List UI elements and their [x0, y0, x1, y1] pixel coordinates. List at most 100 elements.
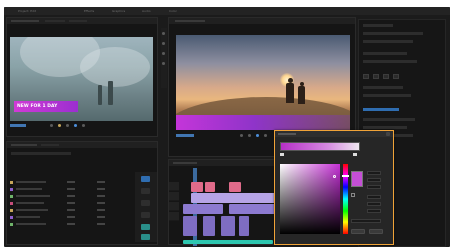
step-back-icon[interactable]: [66, 124, 69, 127]
menu-bar: Project: Edit Effects Graphics Audio Col…: [4, 7, 450, 15]
project-panel-tabs: [7, 142, 157, 148]
eyedropper-icon[interactable]: [351, 193, 355, 197]
item-meta: [97, 181, 105, 183]
item-name: [16, 195, 50, 197]
hand-tool-icon[interactable]: [141, 234, 150, 240]
type-tool-icon[interactable]: [141, 224, 150, 230]
selection-tool-icon[interactable]: [162, 32, 165, 35]
item-name: [16, 188, 42, 190]
pen-tool-icon[interactable]: [162, 52, 165, 55]
justify-icon[interactable]: [393, 74, 399, 79]
label-swatch: [10, 181, 13, 184]
search-input[interactable]: [11, 152, 71, 155]
program-monitor-tabs: [169, 18, 355, 24]
saturation-field[interactable]: [280, 164, 340, 234]
panel-row-selected[interactable]: [363, 108, 399, 111]
hex-field[interactable]: [351, 219, 381, 223]
play-icon[interactable]: [256, 134, 259, 137]
color-value-field[interactable]: [367, 171, 381, 175]
color-cursor[interactable]: [333, 175, 336, 178]
align-center-icon[interactable]: [373, 74, 379, 79]
marker-icon[interactable]: [58, 124, 61, 127]
label-swatch: [10, 216, 13, 219]
color-value-field[interactable]: [367, 195, 381, 199]
gradient-stop-icon[interactable]: [353, 153, 357, 156]
color-picker-dialog: [274, 130, 394, 245]
timeline-panel: [168, 159, 279, 246]
tab-program[interactable]: [175, 20, 205, 22]
hue-slider-handle[interactable]: [342, 175, 349, 177]
menu-item-audio[interactable]: Audio: [142, 9, 151, 13]
color-value-field[interactable]: [367, 178, 381, 182]
track-header[interactable]: [169, 182, 179, 191]
title-overlay-bar[interactable]: [176, 115, 350, 130]
audio-clip[interactable]: [229, 204, 275, 214]
tab-sequence[interactable]: [173, 162, 197, 164]
video-clip[interactable]: [191, 182, 203, 192]
menu-item-effects[interactable]: Effects: [84, 9, 94, 13]
item-name: [16, 216, 40, 218]
audio-clip[interactable]: [239, 216, 249, 236]
label-swatch: [10, 223, 13, 226]
item-meta: [97, 216, 105, 218]
audio-clip[interactable]: [183, 216, 197, 236]
step-back-icon[interactable]: [248, 134, 251, 137]
close-icon[interactable]: [386, 132, 390, 136]
menu-item-color[interactable]: Color: [169, 9, 177, 13]
ok-button[interactable]: [351, 229, 365, 234]
video-clip[interactable]: [205, 182, 215, 192]
audio-clip[interactable]: [203, 216, 215, 236]
panel-heading: [363, 24, 393, 27]
gradient-bar[interactable]: [280, 142, 360, 151]
label-swatch: [10, 188, 13, 191]
color-value-field[interactable]: [367, 209, 381, 213]
track-select-icon[interactable]: [141, 188, 150, 194]
video-editor-app: Project: Edit Effects Graphics Audio Col…: [4, 7, 450, 247]
cancel-button[interactable]: [369, 229, 383, 234]
panel-row: [363, 118, 415, 121]
dialog-title: [278, 133, 296, 135]
item-meta: [67, 181, 75, 183]
program-timecode[interactable]: [176, 134, 194, 137]
color-value-field[interactable]: [367, 202, 381, 206]
gradient-stop-icon[interactable]: [280, 153, 284, 156]
video-clip[interactable]: [229, 182, 241, 192]
source-timecode[interactable]: [10, 124, 26, 127]
color-value-field[interactable]: [367, 185, 381, 189]
mist-shape: [80, 47, 150, 87]
tab-effect-controls[interactable]: [45, 20, 65, 22]
source-monitor-video[interactable]: NEW FOR 1 DAY: [10, 37, 153, 121]
track-header[interactable]: [169, 192, 179, 201]
mark-in-icon[interactable]: [240, 134, 243, 137]
panel-row: [363, 52, 407, 55]
source-controls: [10, 123, 155, 129]
step-forward-icon[interactable]: [264, 134, 267, 137]
video-clip[interactable]: [191, 193, 279, 203]
hand-tool-icon[interactable]: [162, 62, 165, 65]
tab-audio-mixer[interactable]: [69, 20, 87, 22]
align-left-icon[interactable]: [363, 74, 369, 79]
track-header[interactable]: [169, 202, 179, 211]
dialog-titlebar: [275, 131, 393, 137]
title-card[interactable]: NEW FOR 1 DAY: [14, 101, 78, 112]
program-monitor-video[interactable]: [176, 35, 350, 130]
track-header[interactable]: [169, 212, 179, 221]
ripple-edit-icon[interactable]: [141, 200, 150, 206]
menu-item-graphics[interactable]: Graphics: [112, 9, 125, 13]
align-right-icon[interactable]: [383, 74, 389, 79]
audio-clip[interactable]: [183, 204, 223, 214]
audio-clip[interactable]: [221, 216, 235, 236]
person-silhouette: [286, 83, 294, 103]
tab-source[interactable]: [11, 20, 39, 22]
razor-tool-icon[interactable]: [162, 42, 165, 45]
tab-media-browser[interactable]: [41, 144, 59, 146]
razor-icon[interactable]: [141, 212, 150, 218]
step-forward-icon[interactable]: [82, 124, 85, 127]
menu-item-project[interactable]: Project: Edit: [18, 9, 36, 13]
selection-tool-icon[interactable]: [141, 176, 150, 182]
audio-clip[interactable]: [183, 240, 273, 244]
mark-in-icon[interactable]: [50, 124, 53, 127]
tab-project[interactable]: [11, 144, 37, 146]
item-meta: [67, 195, 75, 197]
play-icon[interactable]: [74, 124, 77, 127]
